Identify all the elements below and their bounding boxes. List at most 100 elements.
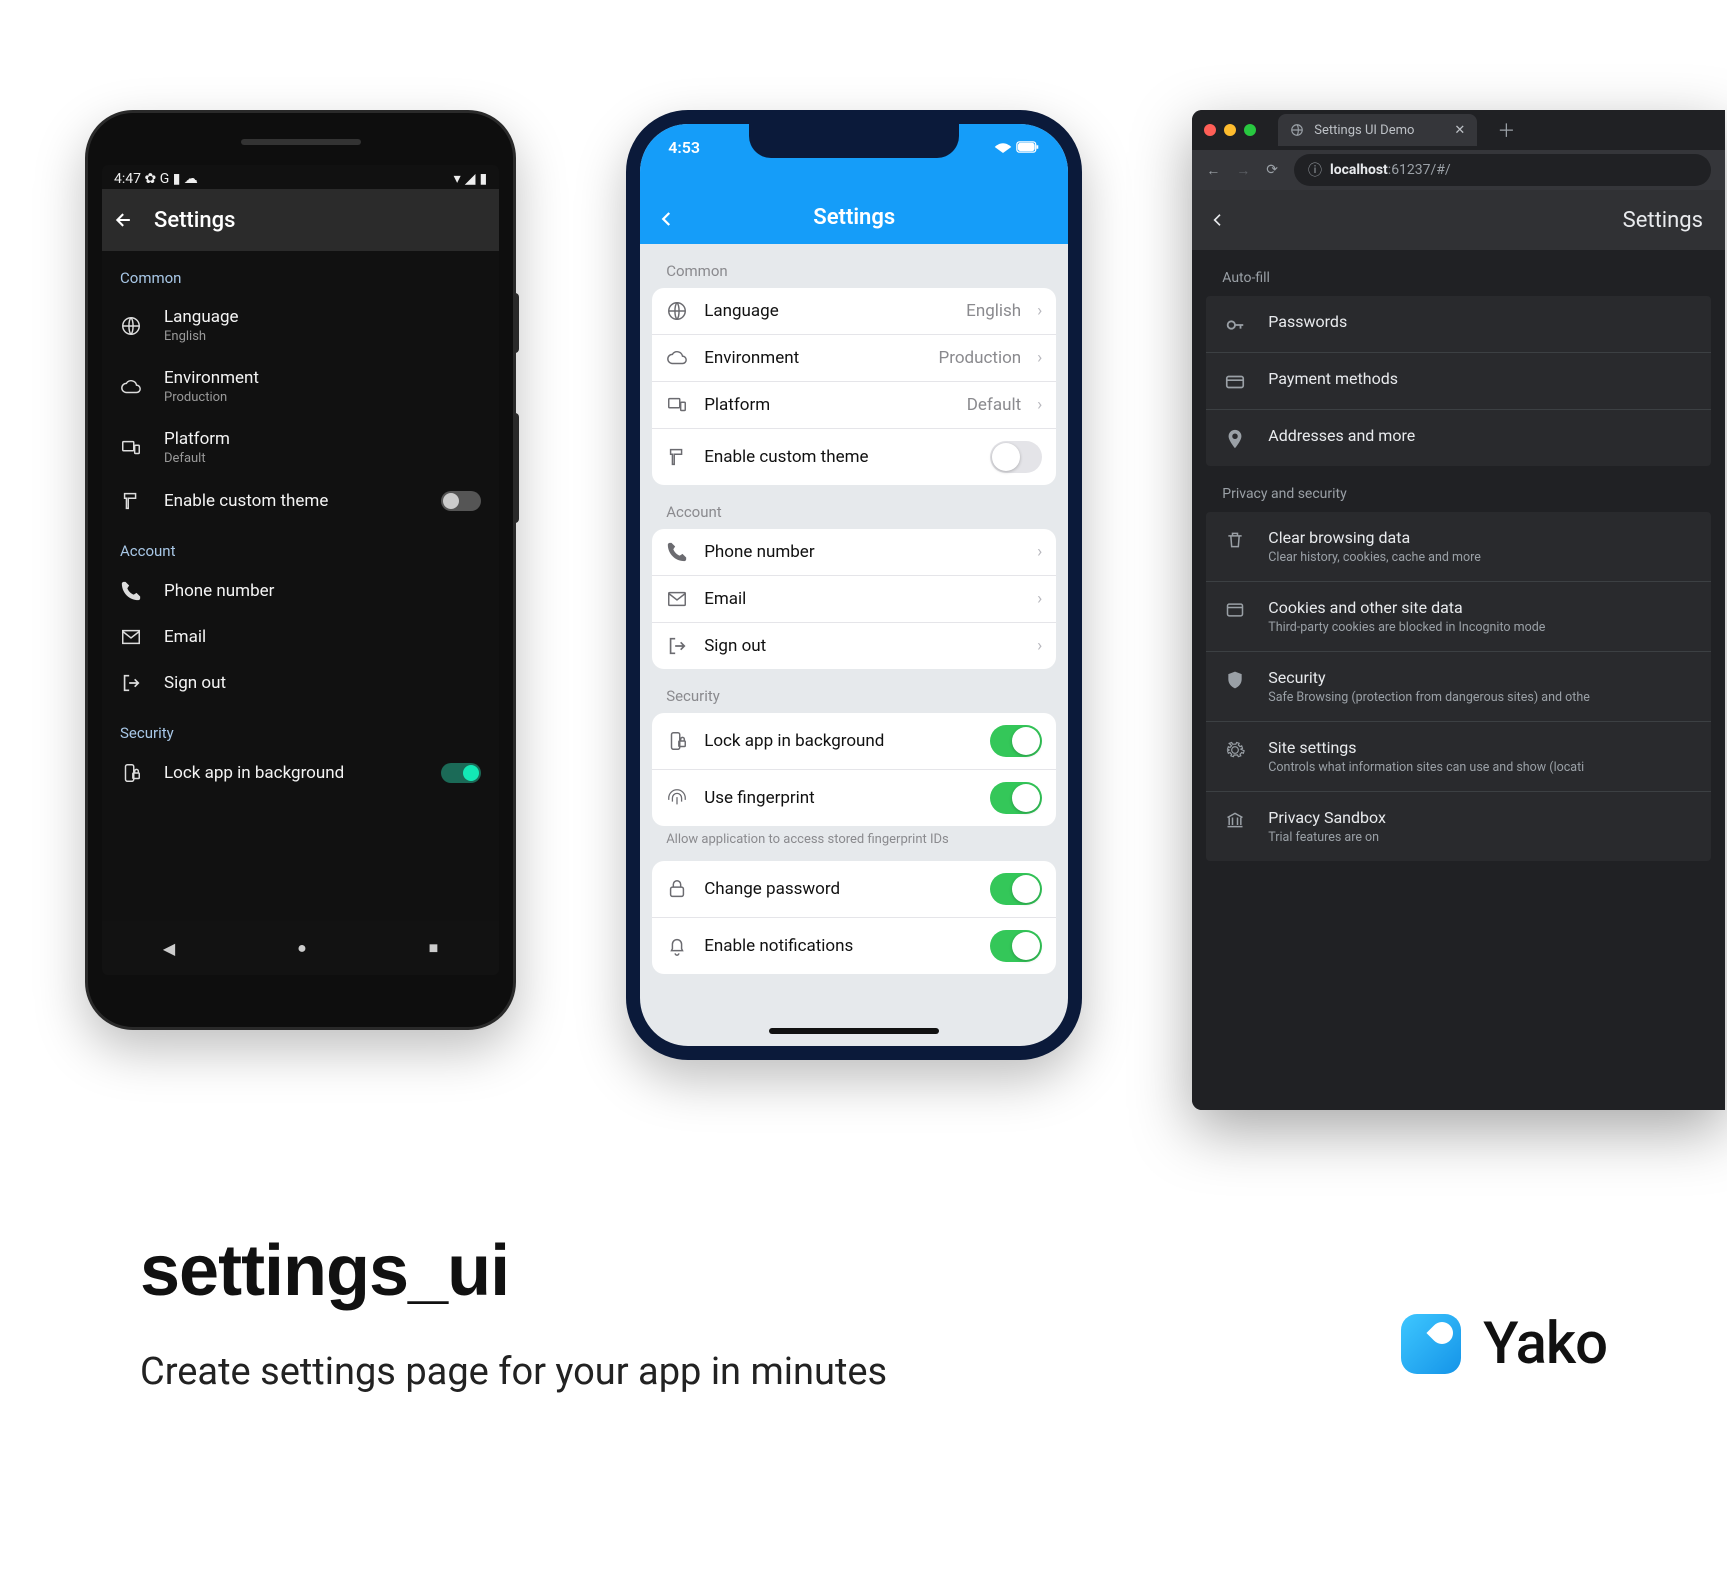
android-power-button [513, 293, 519, 353]
row-lock[interactable]: Lock app in background [652, 713, 1056, 770]
credit-card-icon [1224, 369, 1246, 393]
row-theme[interactable]: Enable custom theme [652, 429, 1056, 485]
row-title: Language [704, 301, 950, 321]
row-payment[interactable]: Payment methods [1206, 353, 1711, 410]
row-notifications[interactable]: Enable notifications [652, 918, 1056, 974]
phonelock-icon [666, 730, 688, 752]
chevron-right-icon: › [1037, 542, 1042, 562]
row-addresses[interactable]: Addresses and more [1206, 410, 1711, 466]
status-icons-right: ▾ ◢ ▮ [454, 171, 488, 187]
row-title: Change password [704, 879, 974, 899]
browser-tab-bar: Settings UI Demo ✕ ＋ [1192, 110, 1725, 150]
url-field[interactable]: ⓘ localhost:61237/#/ [1294, 154, 1711, 186]
row-signout[interactable]: Sign out [102, 660, 499, 706]
row-platform[interactable]: Platform Default [102, 417, 499, 478]
row-signout[interactable]: Sign out › [652, 623, 1056, 669]
location-icon [1224, 426, 1246, 450]
nav-back-icon[interactable]: ← [1206, 162, 1220, 179]
phonelock-icon [120, 762, 142, 784]
app-title-bar: Settings [1192, 190, 1725, 250]
chevron-right-icon: › [1037, 348, 1042, 368]
email-icon [666, 588, 688, 610]
format-paint-icon [120, 490, 142, 512]
section-label-autofill: Auto-fill [1192, 250, 1725, 296]
row-title: Lock app in background [164, 763, 419, 783]
row-email[interactable]: Email [102, 614, 499, 660]
tab-close-icon[interactable]: ✕ [1454, 123, 1465, 138]
reload-icon[interactable]: ⟳ [1266, 162, 1278, 178]
row-language[interactable]: Language English › [652, 288, 1056, 335]
row-title: Email [164, 627, 481, 647]
card-account: Phone number › Email › Sign out › [652, 529, 1056, 669]
page-title: Settings [154, 208, 235, 233]
maximize-window-icon[interactable] [1244, 124, 1256, 136]
globe-icon [120, 315, 142, 337]
nav-home-icon[interactable]: ● [297, 938, 307, 958]
chevron-right-icon: › [1037, 395, 1042, 415]
row-site-settings[interactable]: Site settings Controls what information … [1206, 722, 1711, 792]
marketing-subtitle: Create settings page for your app in min… [140, 1350, 1590, 1394]
row-password[interactable]: Change password [652, 861, 1056, 918]
row-phone[interactable]: Phone number [102, 568, 499, 614]
devices-icon [666, 394, 688, 416]
row-sub: Controls what information sites can use … [1268, 760, 1584, 775]
row-value: English [966, 301, 1021, 321]
nav-recent-icon[interactable]: ■ [429, 938, 439, 958]
row-title: Environment [704, 348, 922, 368]
brand-name: Yako [1483, 1310, 1607, 1378]
nav-back-icon[interactable]: ◀ [163, 939, 175, 958]
row-fingerprint[interactable]: Use fingerprint [652, 770, 1056, 826]
lock-toggle[interactable] [990, 725, 1042, 757]
section-label-privacy: Privacy and security [1192, 466, 1725, 512]
back-arrow-icon[interactable] [114, 210, 134, 230]
nav-forward-icon[interactable]: → [1236, 162, 1250, 179]
phone-icon [120, 580, 142, 602]
row-platform[interactable]: Platform Default › [652, 382, 1056, 429]
row-clear[interactable]: Clear browsing data Clear history, cooki… [1206, 512, 1711, 582]
row-title: Sign out [164, 673, 481, 693]
brand-logo-icon [1401, 1314, 1461, 1374]
row-title: Phone number [704, 542, 1021, 562]
row-title: Security [1268, 668, 1590, 687]
row-title: Use fingerprint [704, 788, 974, 808]
row-theme[interactable]: Enable custom theme [102, 478, 499, 524]
row-language[interactable]: Language English [102, 295, 499, 356]
shield-icon [1224, 668, 1246, 690]
row-environment[interactable]: Environment Production [102, 356, 499, 417]
row-phone[interactable]: Phone number › [652, 529, 1056, 576]
theme-toggle[interactable] [990, 441, 1042, 473]
ios-home-indicator [769, 1028, 939, 1034]
fingerprint-toggle[interactable] [990, 782, 1042, 814]
back-chevron-icon[interactable] [1210, 210, 1226, 230]
row-cookies[interactable]: Cookies and other site data Third-party … [1206, 582, 1711, 652]
gear-icon [1224, 738, 1246, 760]
theme-toggle[interactable] [441, 491, 481, 511]
row-lock[interactable]: Lock app in background [102, 750, 499, 796]
lock-toggle[interactable] [441, 763, 481, 783]
card-security-2: Change password Enable notifications [652, 861, 1056, 974]
row-sandbox[interactable]: Privacy Sandbox Trial features are on [1206, 792, 1711, 861]
row-title: Email [704, 589, 1021, 609]
row-passwords[interactable]: Passwords [1206, 296, 1711, 353]
row-security[interactable]: Security Safe Browsing (protection from … [1206, 652, 1711, 722]
phone-icon [666, 541, 688, 563]
android-nav-bar: ◀ ● ■ [102, 921, 499, 975]
notifications-toggle[interactable] [990, 930, 1042, 962]
password-toggle[interactable] [990, 873, 1042, 905]
new-tab-icon[interactable]: ＋ [1497, 117, 1515, 143]
close-window-icon[interactable] [1204, 124, 1216, 136]
row-environment[interactable]: Environment Production › [652, 335, 1056, 382]
chevron-right-icon: › [1037, 301, 1042, 321]
site-info-icon[interactable]: ⓘ [1308, 160, 1322, 180]
email-icon [120, 626, 142, 648]
section-label-security: Security [652, 669, 1056, 713]
bank-icon [1224, 808, 1246, 830]
row-email[interactable]: Email › [652, 576, 1056, 623]
status-icons [994, 138, 1040, 157]
row-title: Enable notifications [704, 936, 974, 956]
browser-tab[interactable]: Settings UI Demo ✕ [1278, 114, 1477, 146]
minimize-window-icon[interactable] [1224, 124, 1236, 136]
row-title: Clear browsing data [1268, 528, 1481, 547]
status-icons-left: ✿ G ▮ ☁ [144, 171, 197, 187]
window-traffic-lights [1204, 124, 1256, 136]
